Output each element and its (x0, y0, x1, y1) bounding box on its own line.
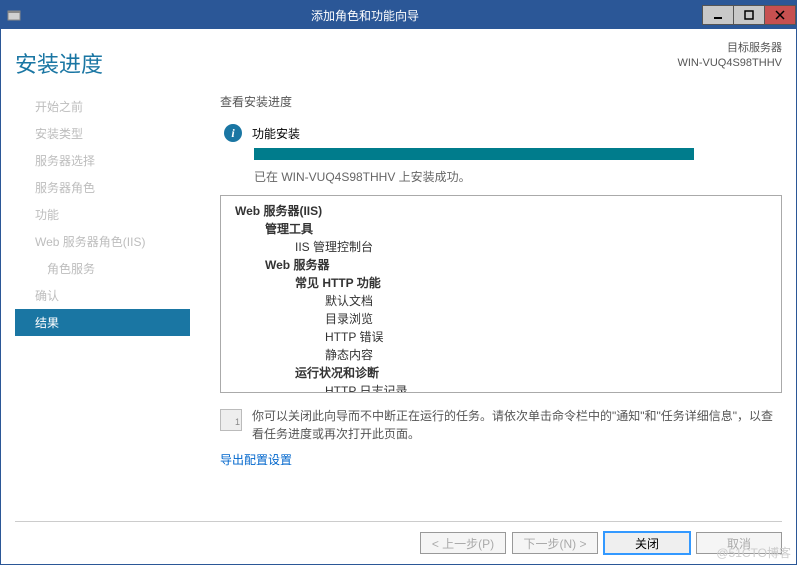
progress-bar (254, 148, 694, 160)
tree-node: 常见 HTTP 功能 (225, 274, 777, 292)
tree-node: 目录浏览 (225, 310, 777, 328)
server-info: 目标服务器 WIN-VUQ4S98THHV (677, 41, 782, 72)
wizard-window: 添加角色和功能向导 安装进度 目标服务器 WIN-VUQ4S98THHV 开始之… (0, 0, 797, 565)
window-title: 添加角色和功能向导 (27, 7, 703, 24)
info-icon: i (224, 124, 242, 142)
sidebar-item-type: 安装类型 (15, 120, 190, 147)
sidebar-item-role-services: 角色服务 (15, 255, 190, 282)
tree-node: 默认文档 (225, 292, 777, 310)
sidebar-item-before: 开始之前 (15, 93, 190, 120)
minimize-button[interactable] (702, 5, 734, 25)
sidebar: 开始之前 安装类型 服务器选择 服务器角色 功能 Web 服务器角色(IIS) … (15, 93, 190, 513)
status-text: 已在 WIN-VUQ4S98THHV 上安装成功。 (254, 168, 782, 185)
app-icon (1, 8, 27, 22)
main-panel: 查看安装进度 i 功能安装 已在 WIN-VUQ4S98THHV 上安装成功。 … (190, 93, 782, 513)
titlebar: 添加角色和功能向导 (1, 1, 796, 29)
cancel-button: 取消 (696, 532, 782, 554)
tree-node: 运行状况和诊断 (225, 364, 777, 382)
next-button: 下一步(N) > (512, 532, 598, 554)
results-tree[interactable]: Web 服务器(IIS) 管理工具 IIS 管理控制台 Web 服务器 常见 H… (220, 195, 782, 393)
server-name: WIN-VUQ4S98THHV (677, 56, 782, 71)
sidebar-item-server-select: 服务器选择 (15, 147, 190, 174)
note-text: 你可以关闭此向导而不中断正在运行的任务。请依次单击命令栏中的"通知"和"任务详细… (252, 407, 782, 443)
section-label: 查看安装进度 (220, 93, 782, 110)
page-title: 安装进度 (15, 41, 103, 79)
tree-node: 管理工具 (225, 220, 777, 238)
tree-node: 静态内容 (225, 346, 777, 364)
footer: < 上一步(P) 下一步(N) > 关闭 取消 (15, 521, 782, 554)
sidebar-item-server-role: 服务器角色 (15, 174, 190, 201)
tree-node: IIS 管理控制台 (225, 238, 777, 256)
export-link[interactable]: 导出配置设置 (220, 451, 782, 468)
close-wizard-button[interactable]: 关闭 (604, 532, 690, 554)
prev-button: < 上一步(P) (420, 532, 506, 554)
tree-node: HTTP 日志记录 (225, 382, 777, 393)
sidebar-item-iis: Web 服务器角色(IIS) (15, 228, 190, 255)
sidebar-item-confirm: 确认 (15, 282, 190, 309)
maximize-button[interactable] (733, 5, 765, 25)
tree-node: Web 服务器(IIS) (225, 202, 777, 220)
close-button[interactable] (764, 5, 796, 25)
server-label: 目标服务器 (677, 41, 782, 56)
tree-node: Web 服务器 (225, 256, 777, 274)
sidebar-item-features: 功能 (15, 201, 190, 228)
note-icon: 1 (220, 409, 242, 431)
tree-node: HTTP 错误 (225, 328, 777, 346)
sidebar-item-results[interactable]: 结果 (15, 309, 190, 336)
status-title: 功能安装 (252, 125, 300, 142)
